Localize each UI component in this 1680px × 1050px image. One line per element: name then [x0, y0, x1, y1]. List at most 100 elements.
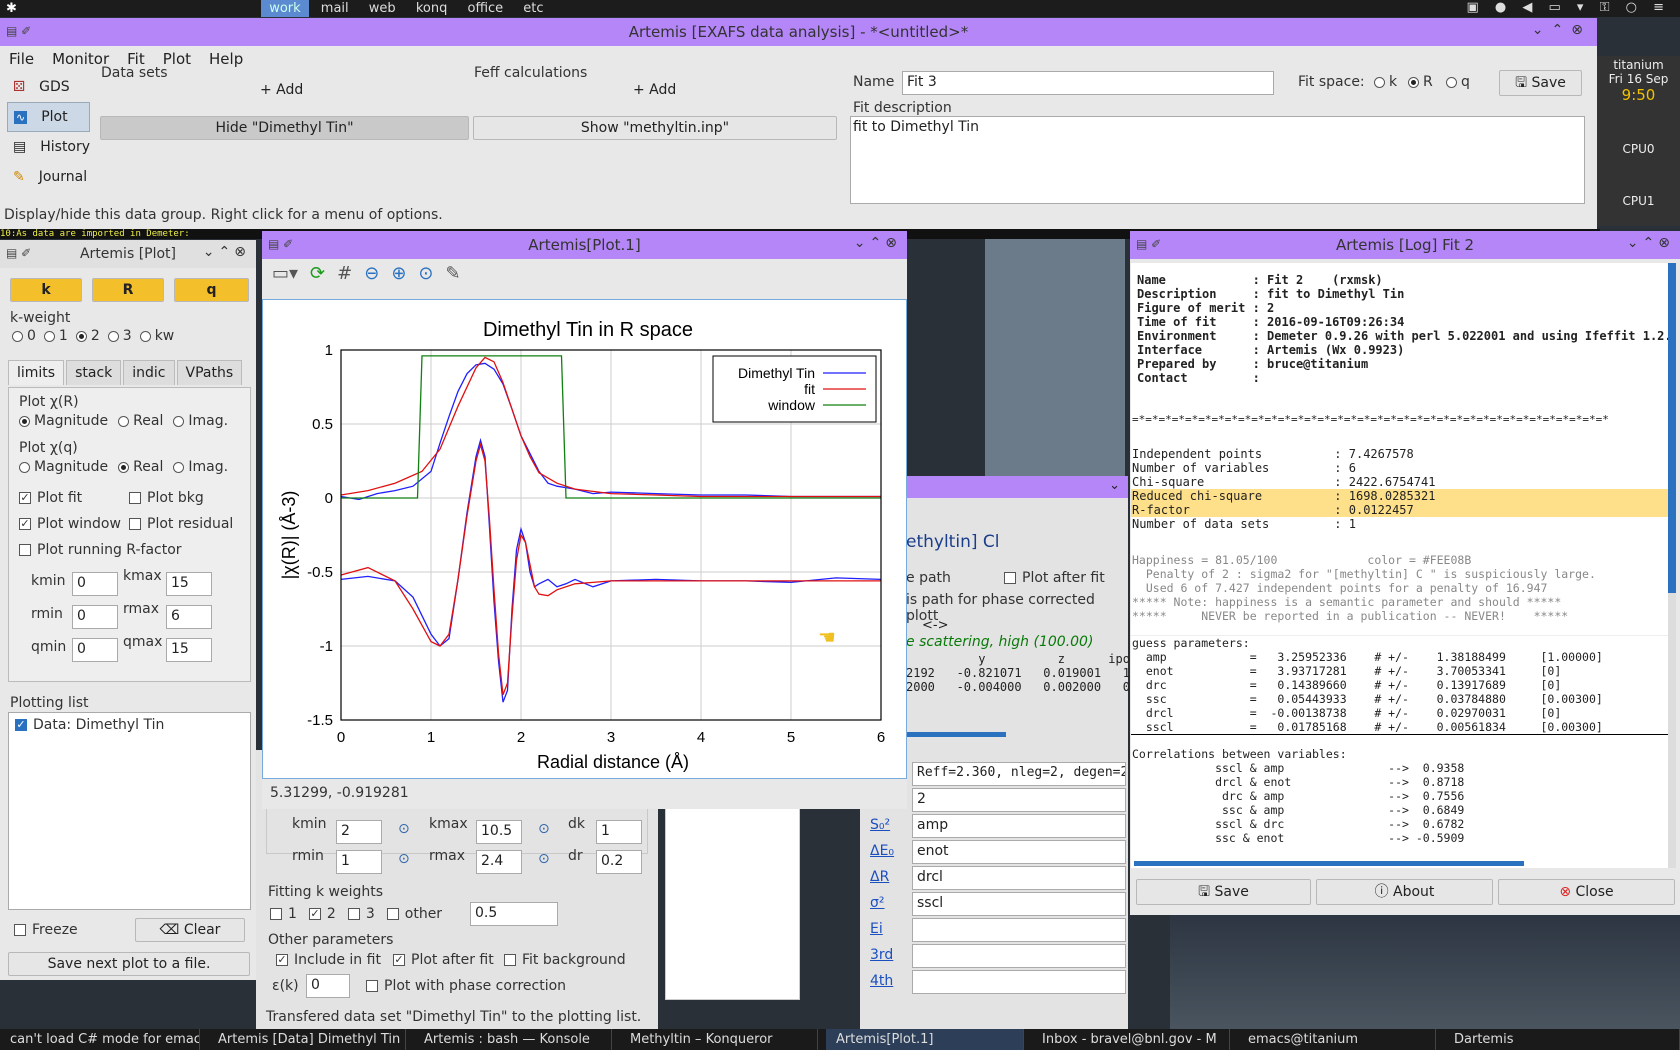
journal-button[interactable]: ✎ Journal: [7, 162, 90, 192]
include-in-fit-checkbox[interactable]: ✓ Include in fit: [276, 952, 381, 968]
task-item[interactable]: Artemis[Plot.1]: [826, 1029, 1024, 1050]
show-feff-button[interactable]: Show "methyltin.inp": [473, 116, 837, 140]
refresh-icon[interactable]: ⟳: [310, 263, 325, 284]
log-about-button[interactable]: ⓘ About: [1316, 879, 1493, 905]
menu-file[interactable]: File: [0, 46, 43, 72]
task-item[interactable]: Artemis : bash — Konsole: [414, 1029, 612, 1050]
other-kweight-input[interactable]: 0.5: [470, 902, 558, 926]
phase-correction-checkbox[interactable]: Plot with phase correction: [366, 978, 566, 994]
tab-indic[interactable]: indic: [123, 360, 175, 385]
chir-real[interactable]: Real: [118, 413, 163, 429]
plot-kmin-input[interactable]: 0: [72, 572, 118, 596]
plot-button[interactable]: ∿ Plot: [7, 102, 90, 132]
rmin-pick-icon[interactable]: ⊙: [398, 851, 410, 867]
zoom-fit-icon[interactable]: ⊙: [418, 263, 433, 284]
tab-stack[interactable]: stack: [66, 360, 122, 385]
hide-dataset-button[interactable]: Hide "Dimethyl Tin": [100, 116, 469, 140]
kde-menu-icon[interactable]: ✱: [0, 1, 23, 16]
workspace-work[interactable]: work: [261, 0, 309, 17]
workspace-etc[interactable]: etc: [515, 0, 551, 17]
plot-fit-checkbox[interactable]: ✓ Plot fit: [19, 490, 82, 506]
e0-field[interactable]: enot: [912, 840, 1126, 864]
plot-rmax-input[interactable]: 6: [166, 605, 212, 629]
fkw-3[interactable]: 3: [347, 906, 375, 922]
main-titlebar[interactable]: ▤ ✐ Artemis [EXAFS data analysis] - *<un…: [0, 18, 1597, 46]
kweight-2[interactable]: 2: [75, 328, 100, 344]
list-item[interactable]: ✓ Data: Dimethyl Tin: [9, 713, 250, 737]
task-item[interactable]: Methyltin – Konqueror: [620, 1029, 818, 1050]
plot-canvas[interactable]: Dimethyl Tin in R space 0 1 2 3 4 5 6 1 0.5 0 -0.5…: [262, 299, 907, 779]
fkw-other[interactable]: other: [386, 906, 442, 922]
s02-link[interactable]: S₀²: [870, 817, 890, 833]
data-rmin-input[interactable]: 1: [336, 850, 382, 874]
ei-field[interactable]: [912, 918, 1126, 942]
add-feff-button[interactable]: + Add: [633, 82, 676, 98]
chir-imag[interactable]: Imag.: [173, 413, 228, 429]
path-plot-after-fit-checkbox[interactable]: Plot after fit: [1004, 570, 1105, 586]
fit-space-q[interactable]: q: [1446, 74, 1470, 90]
window-menu-icon[interactable]: ▤ ✐: [1136, 237, 1161, 251]
sigma2-field[interactable]: sscl: [912, 892, 1126, 916]
log-text-area[interactable]: Name : Fit 2 (rxmsk) Description : fit t…: [1131, 263, 1668, 868]
data-rmax-input[interactable]: 2.4: [476, 850, 522, 874]
window-menu-icon[interactable]: ▤ ✐: [6, 246, 31, 260]
gds-button[interactable]: ⚄ GDS: [7, 72, 90, 102]
data-kmin-input[interactable]: 2: [336, 820, 382, 844]
settings-icon[interactable]: ✎: [446, 263, 461, 284]
task-item[interactable]: Artemis [Data] Dimethyl Tin: [208, 1029, 406, 1050]
workspace-web[interactable]: web: [361, 0, 404, 17]
save-menu-icon[interactable]: ▭▾: [272, 263, 298, 284]
task-item[interactable]: Dartemis: [1444, 1029, 1680, 1050]
sigma2-link[interactable]: σ²: [870, 895, 885, 911]
plot-window-checkbox[interactable]: ✓ Plot window: [19, 516, 121, 532]
history-button[interactable]: ▤ History: [7, 132, 90, 162]
deltar-field[interactable]: drcl: [912, 866, 1126, 890]
window-controls[interactable]: ⌄⌃⊗: [854, 235, 901, 251]
plot-r-button[interactable]: R: [92, 278, 164, 302]
task-item[interactable]: can't load C# mode for emac: [0, 1029, 200, 1050]
save-fit-button[interactable]: 🖫 Save: [1499, 70, 1582, 96]
log-horizontal-scrollbar[interactable]: [1134, 861, 1524, 866]
system-tray-icons[interactable]: ▣ ● ◀ ▭ ▾ ⚿ ○ ≡: [1467, 0, 1671, 15]
kweight-3[interactable]: 3: [107, 328, 132, 344]
workspace-office[interactable]: office: [459, 0, 511, 17]
plot-qmax-input[interactable]: 15: [166, 638, 212, 662]
rmax-pick-icon[interactable]: ⊙: [538, 851, 550, 867]
degen-field[interactable]: 2: [912, 788, 1126, 812]
fit-space-r[interactable]: R: [1408, 74, 1433, 90]
s02-field[interactable]: amp: [912, 814, 1126, 838]
menu-help[interactable]: Help: [200, 46, 252, 72]
window-menu-icon[interactable]: ▤ ✐: [6, 24, 31, 38]
ek-input[interactable]: 0: [306, 974, 350, 998]
dk-input[interactable]: 1: [596, 820, 642, 844]
chiq-real[interactable]: Real: [118, 459, 163, 475]
log-save-button[interactable]: 🖫 Save: [1136, 879, 1311, 905]
data-kmax-input[interactable]: 10.5: [476, 820, 522, 844]
plot-running-rfactor-checkbox[interactable]: Plot running R-factor: [19, 542, 182, 558]
radio-q[interactable]: [1446, 76, 1457, 88]
plot-rmin-input[interactable]: 0: [72, 605, 118, 629]
zoom-out-icon[interactable]: ⊖: [364, 263, 379, 284]
clear-button[interactable]: ⌫ Clear: [135, 918, 245, 942]
e0-link[interactable]: ΔE₀: [870, 843, 894, 859]
fourth-link[interactable]: 4th: [870, 973, 893, 989]
save-next-plot-button[interactable]: Save next plot to a file.: [8, 952, 250, 976]
fit-name-input[interactable]: Fit 3: [902, 71, 1274, 95]
window-menu-icon[interactable]: ▤ ✐: [268, 237, 293, 251]
ei-link[interactable]: Ei: [870, 921, 883, 937]
add-dataset-button[interactable]: + Add: [260, 82, 303, 98]
kmin-pick-icon[interactable]: ⊙: [398, 821, 410, 837]
fit-space-k[interactable]: k: [1374, 74, 1397, 90]
third-link[interactable]: 3rd: [870, 947, 893, 963]
freeze-checkbox[interactable]: Freeze: [14, 922, 78, 938]
chiq-imag[interactable]: Imag.: [173, 459, 228, 475]
fit-background-checkbox[interactable]: Fit background: [504, 952, 626, 968]
window-controls[interactable]: ⌄⌃⊗: [203, 244, 250, 260]
plot-window-titlebar[interactable]: ▤ ✐ Artemis[Plot.1] ⌄⌃⊗: [262, 231, 907, 259]
plot-k-button[interactable]: k: [10, 278, 82, 302]
deltar-link[interactable]: ΔR: [870, 869, 889, 885]
kweight-1[interactable]: 1: [43, 328, 68, 344]
tab-limits[interactable]: limits: [8, 360, 65, 385]
window-controls[interactable]: ⌄⌃⊗: [1627, 235, 1674, 251]
radio-r[interactable]: [1408, 76, 1419, 88]
